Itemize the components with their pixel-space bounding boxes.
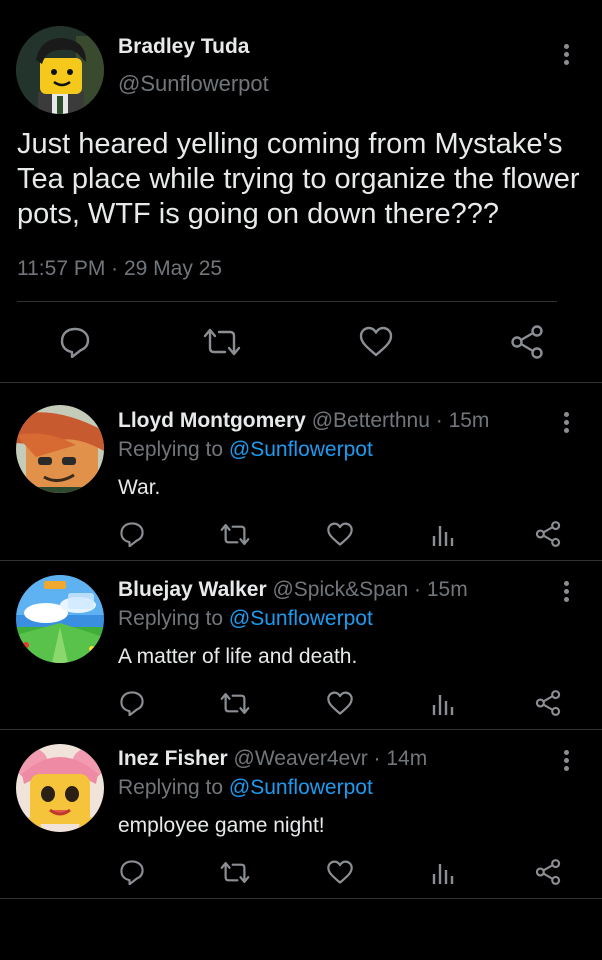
tweet-text: Just heared yelling coming from Mystake'… [17, 128, 580, 230]
reply-author-name[interactable]: Inez Fisher [118, 747, 228, 770]
replying-to: Replying to @Sunflowerpot [118, 438, 373, 462]
reply-author-meta[interactable]: @Spick&Span · 15m [272, 578, 467, 601]
retweet-icon[interactable] [220, 522, 250, 547]
divider [0, 898, 602, 899]
author-avatar[interactable] [16, 26, 104, 114]
reply-icon[interactable] [119, 690, 145, 716]
more-options-icon[interactable] [564, 581, 570, 605]
replying-to-handle[interactable]: @Sunflowerpot [229, 607, 373, 630]
replying-to-handle[interactable]: @Sunflowerpot [229, 776, 373, 799]
replying-to: Replying to @Sunflowerpot [118, 607, 373, 631]
retweet-icon[interactable] [220, 860, 250, 885]
share-icon[interactable] [510, 325, 544, 359]
share-icon[interactable] [535, 690, 561, 716]
views-icon[interactable] [431, 522, 455, 548]
reply-icon[interactable] [119, 859, 145, 885]
more-options-icon[interactable] [564, 44, 570, 68]
reply-text: A matter of life and death. [118, 645, 358, 668]
share-icon[interactable] [535, 859, 561, 885]
views-icon[interactable] [431, 860, 455, 886]
reply-icon[interactable] [119, 521, 145, 547]
divider [17, 301, 557, 302]
replying-to-label: Replying to [118, 776, 224, 799]
reply-header: Bluejay Walker @Spick&Span · 15m [118, 578, 468, 602]
more-options-icon[interactable] [564, 412, 570, 436]
divider [0, 729, 602, 730]
reply-avatar[interactable] [16, 575, 104, 663]
reply-text: employee game night! [118, 814, 325, 837]
reply-icon[interactable] [59, 326, 91, 358]
reply-author-meta[interactable]: @Weaver4evr · 14m [234, 747, 428, 770]
author-handle[interactable]: @Sunflowerpot [118, 71, 269, 97]
reply-text: War. [118, 476, 161, 499]
reply-header: Lloyd Montgomery @Betterthnu · 15m [118, 409, 489, 433]
reply-author-meta[interactable]: @Betterthnu · 15m [312, 409, 490, 432]
tweet-timestamp: 11:57 PM · 29 May 25 [17, 257, 223, 280]
like-icon[interactable] [358, 326, 394, 358]
retweet-icon[interactable] [203, 326, 241, 358]
share-icon[interactable] [535, 521, 561, 547]
reply-author-name[interactable]: Lloyd Montgomery [118, 409, 306, 432]
replying-to-label: Replying to [118, 438, 224, 461]
views-icon[interactable] [431, 691, 455, 717]
reply-avatar[interactable] [16, 744, 104, 832]
reply-author-name[interactable]: Bluejay Walker [118, 578, 267, 601]
more-options-icon[interactable] [564, 750, 570, 774]
replying-to-handle[interactable]: @Sunflowerpot [229, 438, 373, 461]
like-icon[interactable] [326, 522, 354, 547]
divider [0, 560, 602, 561]
replying-to-label: Replying to [118, 607, 224, 630]
reply-avatar[interactable] [16, 405, 104, 493]
author-name[interactable]: Bradley Tuda [118, 35, 249, 59]
retweet-icon[interactable] [220, 691, 250, 716]
divider [0, 382, 602, 383]
replying-to: Replying to @Sunflowerpot [118, 776, 373, 800]
like-icon[interactable] [326, 860, 354, 885]
reply-header: Inez Fisher @Weaver4evr · 14m [118, 747, 427, 771]
like-icon[interactable] [326, 691, 354, 716]
